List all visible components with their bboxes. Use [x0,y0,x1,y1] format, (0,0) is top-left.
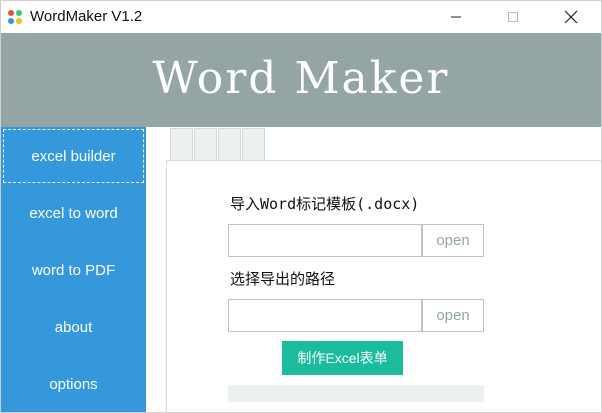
tab-1[interactable] [170,128,193,161]
tab-4[interactable] [242,128,265,161]
template-label: 导入Word标记模板(.docx) [230,195,420,213]
tab-3[interactable] [218,128,241,161]
sidebar-item-about[interactable]: about [3,300,144,354]
sidebar-item-label: options [49,375,98,393]
title-bar[interactable]: WordMaker V1.2 [1,1,601,33]
sidebar-item-excel-to-word[interactable]: excel to word [3,186,144,240]
export-label: 选择导出的路径 [230,270,336,288]
banner-title: Word Maker [152,52,450,104]
sidebar: excel builder excel to word word to PDF … [1,127,146,412]
tab-2[interactable] [194,128,217,161]
header-banner: Word Maker [1,33,601,127]
sidebar-item-label: word to PDF [31,261,116,279]
sidebar-item-options[interactable]: options [3,357,144,411]
maximize-icon [508,12,518,22]
tab-bar [146,127,601,161]
progress-bar [228,385,484,402]
sidebar-item-excel-builder[interactable]: excel builder [3,129,144,183]
sidebar-item-label: about [54,318,93,336]
main-content: 导入Word标记模板(.docx) open 选择导出的路径 open 制作Ex… [146,127,601,412]
export-path-input[interactable] [228,299,422,332]
excel-builder-panel: 导入Word标记模板(.docx) open 选择导出的路径 open 制作Ex… [166,160,601,412]
close-button[interactable] [548,1,594,33]
window-title: WordMaker V1.2 [30,8,143,25]
template-open-button[interactable]: open [422,224,484,257]
make-excel-button[interactable]: 制作Excel表单 [282,341,403,375]
minimize-button[interactable] [433,1,479,33]
close-icon [564,10,578,24]
minimize-icon [451,16,461,18]
sidebar-item-label: excel to word [29,204,118,222]
sidebar-item-word-to-pdf[interactable]: word to PDF [3,243,144,297]
app-icon [7,9,23,25]
maximize-button[interactable] [490,1,536,33]
app-window: WordMaker V1.2 Word Maker excel builder [0,0,602,413]
template-path-input[interactable] [228,224,422,257]
export-open-button[interactable]: open [422,299,484,332]
sidebar-item-label: excel builder [31,147,116,165]
